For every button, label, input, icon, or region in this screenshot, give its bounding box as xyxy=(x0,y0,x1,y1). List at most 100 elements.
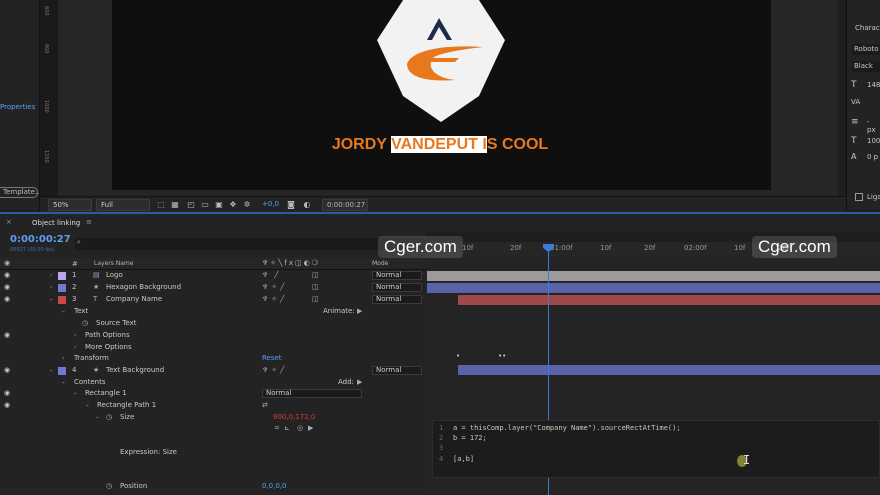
property-row[interactable]: › Transform Reset xyxy=(0,353,426,365)
layer-row[interactable]: ◉ › 2 ★ Hexagon Background ♆✧╱ ◫ Normal xyxy=(0,282,426,294)
property-row[interactable]: ◷ Source Text xyxy=(0,318,426,330)
property-row[interactable]: ◷ Position 0,0,0,0 xyxy=(0,481,426,493)
stopwatch-icon[interactable]: ◷ xyxy=(82,318,88,329)
mask-visibility-icon[interactable]: ◰ xyxy=(186,200,196,210)
expand-triangle-icon[interactable]: › xyxy=(74,342,76,353)
current-time[interactable]: 0:00:00:27 xyxy=(10,234,71,245)
layer-row[interactable]: ◉ › 1 ▤ Logo ♆╱ ◫ Normal xyxy=(0,270,426,282)
expression-editor[interactable]: 1 a = thisComp.layer("Company Name").sou… xyxy=(432,420,880,478)
label-color-swatch[interactable] xyxy=(58,296,66,304)
property-row[interactable]: ◉ › Rectangle 1 Normal xyxy=(0,388,426,400)
label-color-swatch[interactable] xyxy=(58,284,66,292)
expression-controls-row[interactable]: = ⊾ ◎ ▶ xyxy=(0,423,426,435)
switch-icons[interactable]: ♆✧╱ xyxy=(262,282,287,293)
hexagon-layer-bar[interactable] xyxy=(427,283,880,293)
transparency-grid-icon[interactable]: ▦ xyxy=(170,200,180,210)
layer-name-column[interactable]: Layers Name xyxy=(94,260,133,267)
blend-mode-dropdown[interactable]: Normal xyxy=(372,271,422,280)
mode-column[interactable]: Mode xyxy=(372,260,388,267)
expand-triangle-icon[interactable]: › xyxy=(50,282,52,293)
zoom-dropdown[interactable]: 50% xyxy=(48,199,92,211)
region-of-interest-icon[interactable]: ▭ xyxy=(200,200,210,210)
timeline-tab-title[interactable]: Object linking xyxy=(32,219,80,227)
stopwatch-icon[interactable]: ◷ xyxy=(106,481,112,492)
property-row[interactable]: › More Options xyxy=(0,342,426,354)
code-line[interactable]: a = thisComp.layer("Company Name").sourc… xyxy=(453,424,681,432)
layer-search-input[interactable]: ⌕ xyxy=(75,238,425,250)
guides-icon[interactable]: ▣ xyxy=(214,200,224,210)
property-row[interactable]: › Text Animate: ▶ xyxy=(0,306,426,318)
layer-name[interactable]: Hexagon Background xyxy=(106,282,181,293)
snapshot-icon[interactable]: ◙ xyxy=(286,200,296,210)
switch-icons[interactable]: ♆✧╱ xyxy=(262,294,287,305)
blend-mode-dropdown[interactable]: Normal xyxy=(372,295,422,304)
visibility-eye-icon[interactable]: ◉ xyxy=(4,294,12,305)
channel-icon[interactable]: ❖ xyxy=(228,200,238,210)
label-color-swatch[interactable] xyxy=(58,272,66,280)
visibility-eye-icon[interactable]: ◉ xyxy=(4,388,12,399)
timecode-box[interactable]: 0:00:00:27 xyxy=(322,199,368,211)
motion-blur-icon[interactable]: ◫ xyxy=(312,282,319,293)
layer-name[interactable]: Company Name xyxy=(106,294,162,305)
expand-triangle-icon[interactable]: › xyxy=(46,369,57,371)
visibility-eye-icon[interactable]: ◉ xyxy=(4,365,12,376)
font-family-field[interactable]: Roboto xyxy=(852,44,880,55)
ligatures-checkbox[interactable] xyxy=(855,193,863,201)
close-icon[interactable]: × xyxy=(6,218,12,226)
motion-blur-icon[interactable]: ◫ xyxy=(312,270,319,281)
path-direction-icon[interactable]: ⇄ xyxy=(262,400,268,411)
tab-menu-icon[interactable]: ≡ xyxy=(86,218,92,226)
pickwhip-icon[interactable]: ◎ xyxy=(297,423,303,434)
reset-link[interactable]: Reset xyxy=(262,353,282,364)
expression-enable-icon[interactable]: = xyxy=(274,423,280,434)
layer-name[interactable]: Logo xyxy=(106,270,123,281)
size-value[interactable]: 900,0,172,0 xyxy=(273,412,315,423)
rectangle-blend-dropdown[interactable]: Normal xyxy=(262,389,362,398)
visibility-eye-icon[interactable]: ◉ xyxy=(4,330,12,341)
resolution-dropdown[interactable]: Full xyxy=(96,199,150,211)
expand-triangle-icon[interactable]: › xyxy=(58,381,69,383)
template-button[interactable]: Template... xyxy=(0,187,42,198)
company-name-layer-bar[interactable] xyxy=(458,295,880,305)
font-style-field[interactable]: Black xyxy=(852,61,880,72)
expand-triangle-icon[interactable]: › xyxy=(58,310,69,312)
code-line[interactable]: b = 172; xyxy=(453,434,487,442)
blend-mode-dropdown[interactable]: Normal xyxy=(372,283,422,292)
position-value[interactable]: 0,0,0,0 xyxy=(262,481,287,492)
layer-name[interactable]: Text Background xyxy=(106,365,164,376)
expand-triangle-icon[interactable]: › xyxy=(62,353,64,364)
property-row[interactable]: ◉ › Rectangle Path 1 ⇄ xyxy=(0,400,426,412)
expand-triangle-icon[interactable]: › xyxy=(70,392,81,394)
blend-mode-dropdown[interactable]: Normal xyxy=(372,366,422,375)
switch-icons[interactable]: ♆✧╱ xyxy=(262,365,287,376)
exposure-reset-icon[interactable]: ✲ xyxy=(242,200,252,210)
expand-triangle-icon[interactable]: › xyxy=(46,298,57,300)
logo-layer-bar[interactable] xyxy=(427,271,880,281)
expand-triangle-icon[interactable]: › xyxy=(74,330,76,341)
motion-blur-icon[interactable]: ◫ xyxy=(312,294,319,305)
keyframe-marker[interactable]: •• xyxy=(498,352,506,360)
expand-triangle-icon[interactable]: › xyxy=(50,270,52,281)
layer-row[interactable]: ◉ › 4 ★ Text Background ♆✧╱ Normal xyxy=(0,365,426,377)
text-background-layer-bar[interactable] xyxy=(458,365,880,375)
fast-preview-icon[interactable]: ⬚ xyxy=(156,200,166,210)
scale-value[interactable]: 100 xyxy=(867,137,880,145)
visibility-eye-icon[interactable]: ◉ xyxy=(4,400,12,411)
stopwatch-icon[interactable]: ◷ xyxy=(106,412,112,423)
property-row[interactable]: › Contents Add: ▶ xyxy=(0,377,426,389)
expand-triangle-icon[interactable]: › xyxy=(82,404,93,406)
expand-triangle-icon[interactable]: › xyxy=(92,416,103,418)
properties-link[interactable]: Properties xyxy=(0,103,35,111)
leading-value[interactable]: - px xyxy=(867,118,880,134)
font-size-value[interactable]: 148 xyxy=(867,81,880,89)
keyframe-marker[interactable]: • xyxy=(456,352,460,360)
animate-menu-icon[interactable]: ▶ xyxy=(357,306,362,317)
layer-row[interactable]: ◉ › 3 T Company Name ♆✧╱ ◫ Normal xyxy=(0,294,426,306)
add-menu-icon[interactable]: ▶ xyxy=(357,377,362,388)
exposure-value[interactable]: +0,0 xyxy=(262,200,279,208)
visibility-eye-icon[interactable]: ◉ xyxy=(4,282,12,293)
baseline-value[interactable]: 0 p xyxy=(867,153,878,161)
property-row[interactable]: › ◷ Size 900,0,172,0 xyxy=(0,412,426,424)
visibility-eye-icon[interactable]: ◉ xyxy=(4,270,12,281)
show-snapshot-icon[interactable]: ◐ xyxy=(302,200,312,210)
